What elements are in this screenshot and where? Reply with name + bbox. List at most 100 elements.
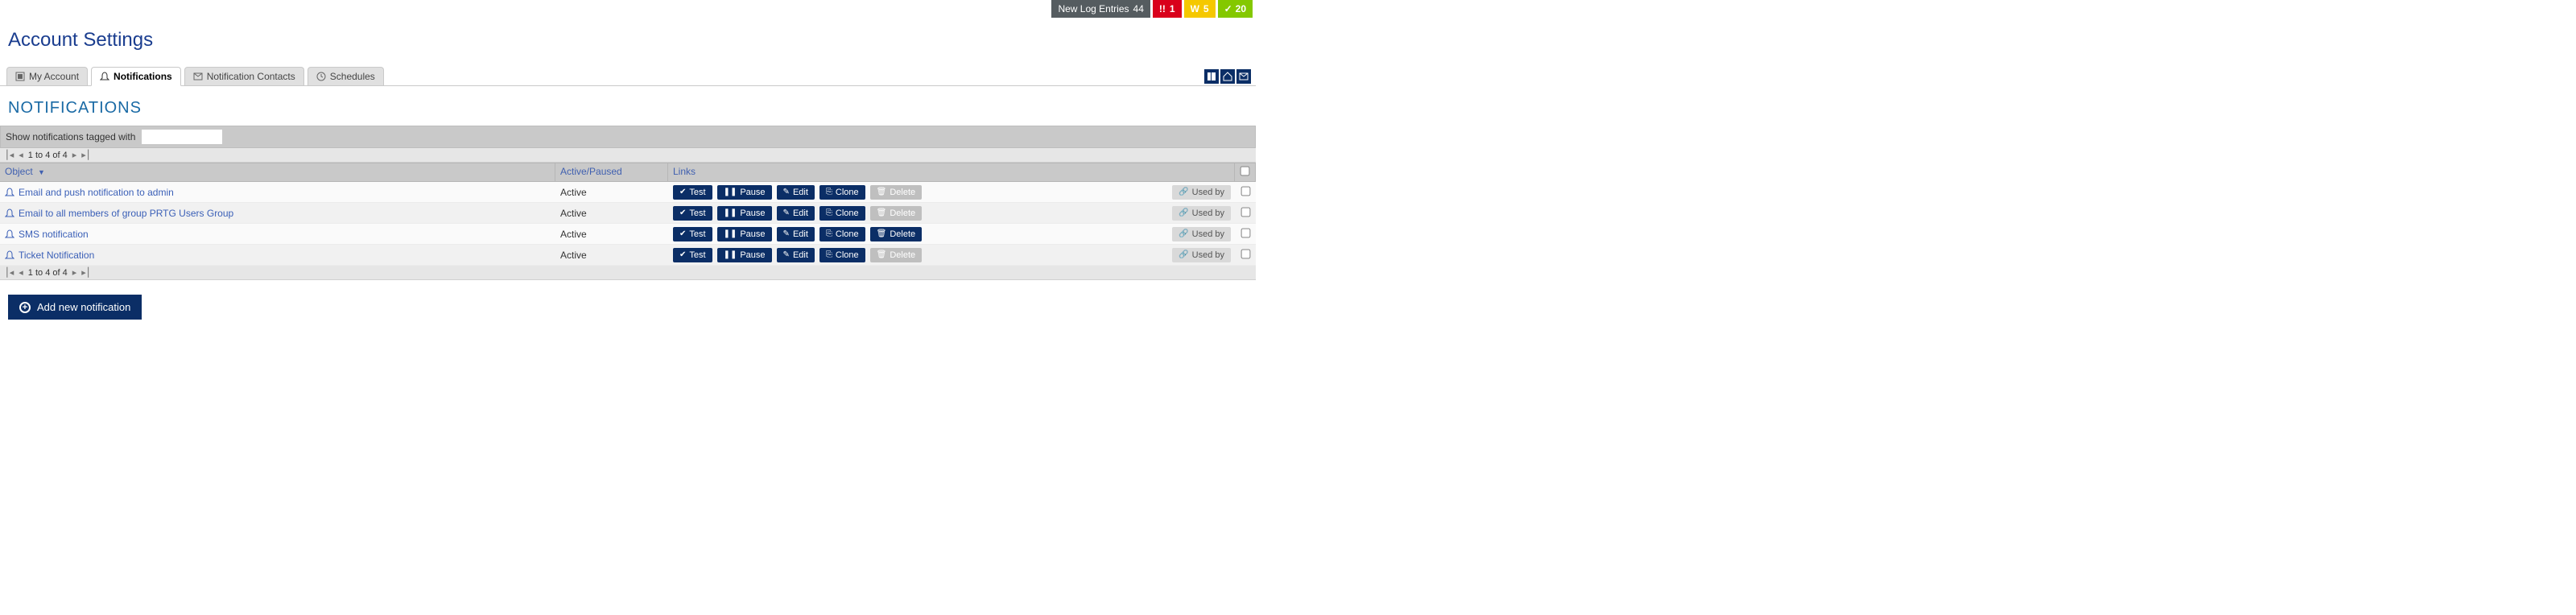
notification-state: Active [555,247,668,263]
tabs: My Account Notifications Notification Co… [0,66,1256,86]
bell-icon [5,208,14,218]
copy-icon: ⎘ [826,229,832,238]
pager-next-icon[interactable]: ▸ [72,267,77,278]
status-warn-label: W [1191,3,1199,14]
pager-last-icon[interactable]: ▸⎮ [81,267,90,278]
pager-first-icon[interactable]: ⎮◂ [5,267,14,278]
layout-icon[interactable] [1204,69,1219,84]
column-object[interactable]: Object ▼ [0,163,555,181]
status-warn[interactable]: W 5 [1184,0,1216,18]
page-title: Account Settings [0,18,1256,66]
copy-icon: ⎘ [826,208,832,217]
row-select[interactable] [1236,204,1256,222]
tab-notification-contacts[interactable]: Notification Contacts [184,67,304,85]
pause-button[interactable]: ❚❚Pause [717,206,772,221]
pager-prev-icon[interactable]: ◂ [19,150,23,160]
row-checkbox[interactable] [1241,249,1251,258]
clone-button[interactable]: ⎘Clone [819,206,865,221]
delete-button[interactable]: 🗑Delete [870,227,923,241]
tab-my-account[interactable]: My Account [6,67,88,85]
pager-last-icon[interactable]: ▸⎮ [81,150,90,160]
link-icon: 🔗 [1179,229,1188,238]
delete-button: 🗑Delete [870,248,923,262]
pager-next-icon[interactable]: ▸ [72,150,77,160]
clone-button[interactable]: ⎘Clone [819,248,865,262]
copy-icon: ⎘ [826,188,832,196]
pager-top: ⎮◂ ◂ 1 to 4 of 4 ▸ ▸⎮ [0,148,1256,163]
notification-name: Email and push notification to admin [19,187,174,198]
status-log-label: New Log Entries [1058,3,1129,14]
status-log-count: 44 [1133,3,1144,14]
test-button[interactable]: ✔Test [673,206,712,221]
status-ok[interactable]: ✓ 20 [1218,0,1253,18]
row-actions: ✔Test❚❚Pause✎Edit⎘Clone🗑Delete🔗Used by [668,183,1236,202]
clone-button[interactable]: ⎘Clone [819,227,865,241]
select-all-checkbox[interactable] [1241,167,1250,176]
mail-icon[interactable] [1236,69,1251,84]
notification-link[interactable]: SMS notification [0,226,555,242]
row-select[interactable] [1236,246,1256,264]
check-icon: ✓ [1224,3,1232,14]
status-error[interactable]: !! 1 [1153,0,1182,18]
bell-icon [5,188,14,197]
pause-button[interactable]: ❚❚Pause [717,227,772,241]
pager-bottom: ⎮◂ ◂ 1 to 4 of 4 ▸ ▸⎮ [0,266,1256,280]
edit-button[interactable]: ✎Edit [777,185,815,200]
row-actions: ✔Test ❚❚Pause ✎Edit ⎘Clone 🗑Delete 🔗Used by [668,246,1236,265]
column-links[interactable]: Links [668,163,1235,181]
used-by-button[interactable]: 🔗Used by [1172,185,1231,200]
delete-button: 🗑Delete [870,206,923,221]
tab-schedules[interactable]: Schedules [308,67,384,85]
test-button[interactable]: ✔Test [673,227,712,241]
pause-button[interactable]: ❚❚Pause [717,248,772,262]
pager-prev-icon[interactable]: ◂ [19,267,23,278]
edit-button[interactable]: ✎Edit [777,227,815,241]
link-icon: 🔗 [1179,208,1188,217]
notification-name: Ticket Notification [19,250,94,261]
check-icon: ✔ [679,188,686,196]
edit-button[interactable]: ✎Edit [777,248,815,262]
row-actions: ✔Test ❚❚Pause ✎Edit ⎘Clone 🗑Delete 🔗Used by [668,225,1236,244]
link-icon: 🔗 [1179,188,1188,196]
notification-name: SMS notification [19,229,89,240]
tab-label: Notifications [114,71,172,82]
check-icon: ✔ [679,208,686,217]
used-by-button[interactable]: 🔗Used by [1172,206,1231,221]
used-by-button[interactable]: 🔗Used by [1172,227,1231,241]
status-log-entries[interactable]: New Log Entries 44 [1051,0,1150,18]
pager-first-icon[interactable]: ⎮◂ [5,150,14,160]
trash-icon: 🗑 [877,250,887,259]
row-checkbox[interactable] [1241,186,1251,196]
column-select-all[interactable] [1235,163,1256,181]
filter-input[interactable] [142,130,222,144]
bell-icon [5,250,14,260]
notification-link[interactable]: Email to all members of group PRTG Users… [0,205,555,221]
row-select[interactable] [1236,184,1256,201]
clone-button[interactable]: ⎘Clone [819,185,865,200]
pause-button[interactable]: ❚❚Pause [717,185,772,200]
pause-icon: ❚❚ [724,188,737,196]
notification-link[interactable]: Email and push notification to admin [0,184,555,200]
trash-icon: 🗑 [877,229,887,238]
test-button[interactable]: ✔Test [673,248,712,262]
row-select[interactable] [1236,225,1256,243]
trash-icon: 🗑 [877,188,887,196]
edit-button[interactable]: ✎Edit [777,206,815,221]
used-by-button[interactable]: 🔗Used by [1172,248,1231,262]
link-icon: 🔗 [1179,250,1188,259]
notification-link[interactable]: Ticket Notification [0,247,555,263]
filter-label: Show notifications tagged with [6,131,135,142]
add-notification-button[interactable]: + Add new notification [8,295,142,320]
home-icon[interactable] [1220,69,1235,84]
status-error-label: !! [1159,3,1166,14]
column-state[interactable]: Active/Paused [555,163,668,181]
row-checkbox[interactable] [1241,228,1251,237]
status-error-count: 1 [1170,3,1175,14]
add-button-label: Add new notification [37,301,130,313]
row-checkbox[interactable] [1241,207,1251,217]
pencil-icon: ✎ [783,250,790,259]
tab-notifications[interactable]: Notifications [91,67,181,86]
test-button[interactable]: ✔Test [673,185,712,200]
status-ok-count: 20 [1236,3,1246,14]
notification-state: Active [555,226,668,242]
